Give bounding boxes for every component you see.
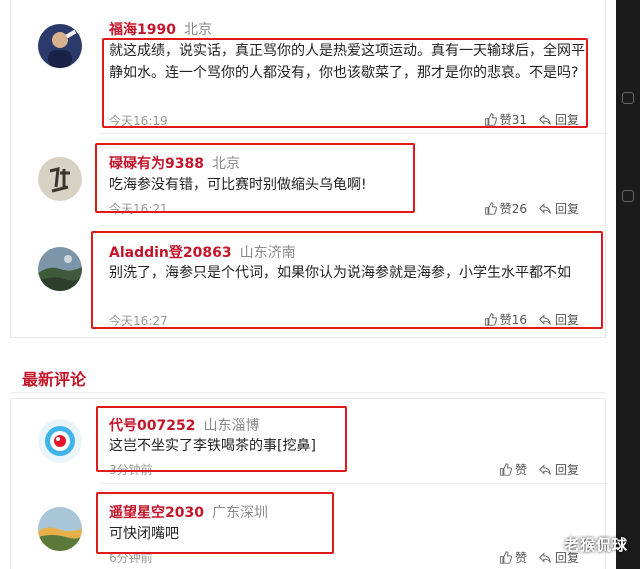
reply-label: 回复 <box>554 113 579 127</box>
like-button[interactable]: 赞26 <box>484 200 527 217</box>
reply-label: 回复 <box>554 313 579 327</box>
reply-label: 回复 <box>554 463 579 477</box>
panel-icon <box>622 190 634 202</box>
divider <box>99 225 607 226</box>
watermark: 老猴侃球 <box>563 536 628 554</box>
thumbs-up-icon <box>500 463 512 476</box>
reply-button[interactable]: 回复 <box>539 461 579 478</box>
reply-button[interactable]: 回复 <box>539 311 579 328</box>
like-label: 赞16 <box>499 313 527 327</box>
like-label: 赞31 <box>499 113 527 127</box>
divider <box>99 133 607 134</box>
username[interactable]: 碌碌有为9388 北京 <box>109 153 240 173</box>
like-label: 赞 <box>514 463 527 477</box>
thumbs-up-icon <box>484 113 497 126</box>
user-location: 北京 <box>211 156 240 172</box>
username[interactable]: 遥望星空2030 广东深圳 <box>109 502 268 522</box>
reply-icon <box>539 552 551 563</box>
like-button[interactable]: 赞31 <box>484 111 527 128</box>
avatar[interactable] <box>38 157 82 201</box>
like-button[interactable]: 赞 <box>499 461 527 478</box>
avatar[interactable] <box>38 24 82 68</box>
divider <box>99 483 607 484</box>
reply-button[interactable]: 回复 <box>539 200 579 217</box>
like-button[interactable]: 赞16 <box>484 311 527 328</box>
panel-icon <box>622 92 634 104</box>
user-location: 山东淄博 <box>203 418 260 434</box>
thumbs-up-icon <box>500 551 512 564</box>
user-location: 北京 <box>183 22 212 38</box>
thumbs-up-icon <box>484 313 497 326</box>
avatar[interactable] <box>38 247 82 291</box>
comment-text: 别洗了，海参只是个代词，如果你认为说海参就是海参，小学生水平都不如 <box>109 265 571 281</box>
like-label: 赞26 <box>499 202 527 216</box>
thumbs-up-icon <box>484 202 497 215</box>
comment-time: 今天16:21 <box>109 202 168 216</box>
avatar[interactable] <box>38 507 82 551</box>
avatar[interactable] <box>38 419 82 463</box>
reply-icon <box>539 464 551 475</box>
comment-time: 6分钟前 <box>109 551 153 565</box>
reply-label: 回复 <box>554 202 579 216</box>
like-label: 赞 <box>514 551 527 565</box>
comment-time: 今天16:27 <box>109 314 168 328</box>
reply-button[interactable]: 回复 <box>539 111 579 128</box>
user-location: 广东深圳 <box>211 505 268 521</box>
comment-text: 就这成绩，说实话，真正骂你的人是热爱这项运动。真有一天输球后，全网平静如水。连一… <box>109 43 585 81</box>
section-divider <box>10 392 606 393</box>
comment-text: 可快闭嘴吧 <box>109 526 179 542</box>
reply-icon <box>539 314 551 325</box>
user-location: 山东济南 <box>239 245 296 261</box>
username[interactable]: 福海1990 北京 <box>109 19 212 39</box>
section-title: 最新评论 <box>22 370 87 389</box>
side-panel-edge <box>616 0 640 569</box>
reply-icon <box>539 114 551 125</box>
comment-time: 3分钟前 <box>109 463 153 477</box>
latest-comments-panel: 代号007252山东淄博 这岂不坐实了李铁喝茶的事[挖鼻] 3分钟前 赞 回复 <box>10 398 607 569</box>
like-button[interactable]: 赞 <box>499 549 527 566</box>
reply-icon <box>539 203 551 214</box>
comment-time: 今天16:19 <box>109 114 168 128</box>
comment-text: 吃海参没有错，可比赛时别做缩头乌龟啊! <box>109 177 367 193</box>
username[interactable]: 代号007252 山东淄博 <box>109 415 259 435</box>
hot-comments-panel: 福海1990 北京 就这成绩，说实话，真正骂你的人是热爱这项运动。真有一天输球后，… <box>10 0 607 338</box>
username[interactable]: Aladdin登20863 山东济南 <box>109 242 296 262</box>
comment-text: 这岂不坐实了李铁喝茶的事[挖鼻] <box>109 438 316 454</box>
